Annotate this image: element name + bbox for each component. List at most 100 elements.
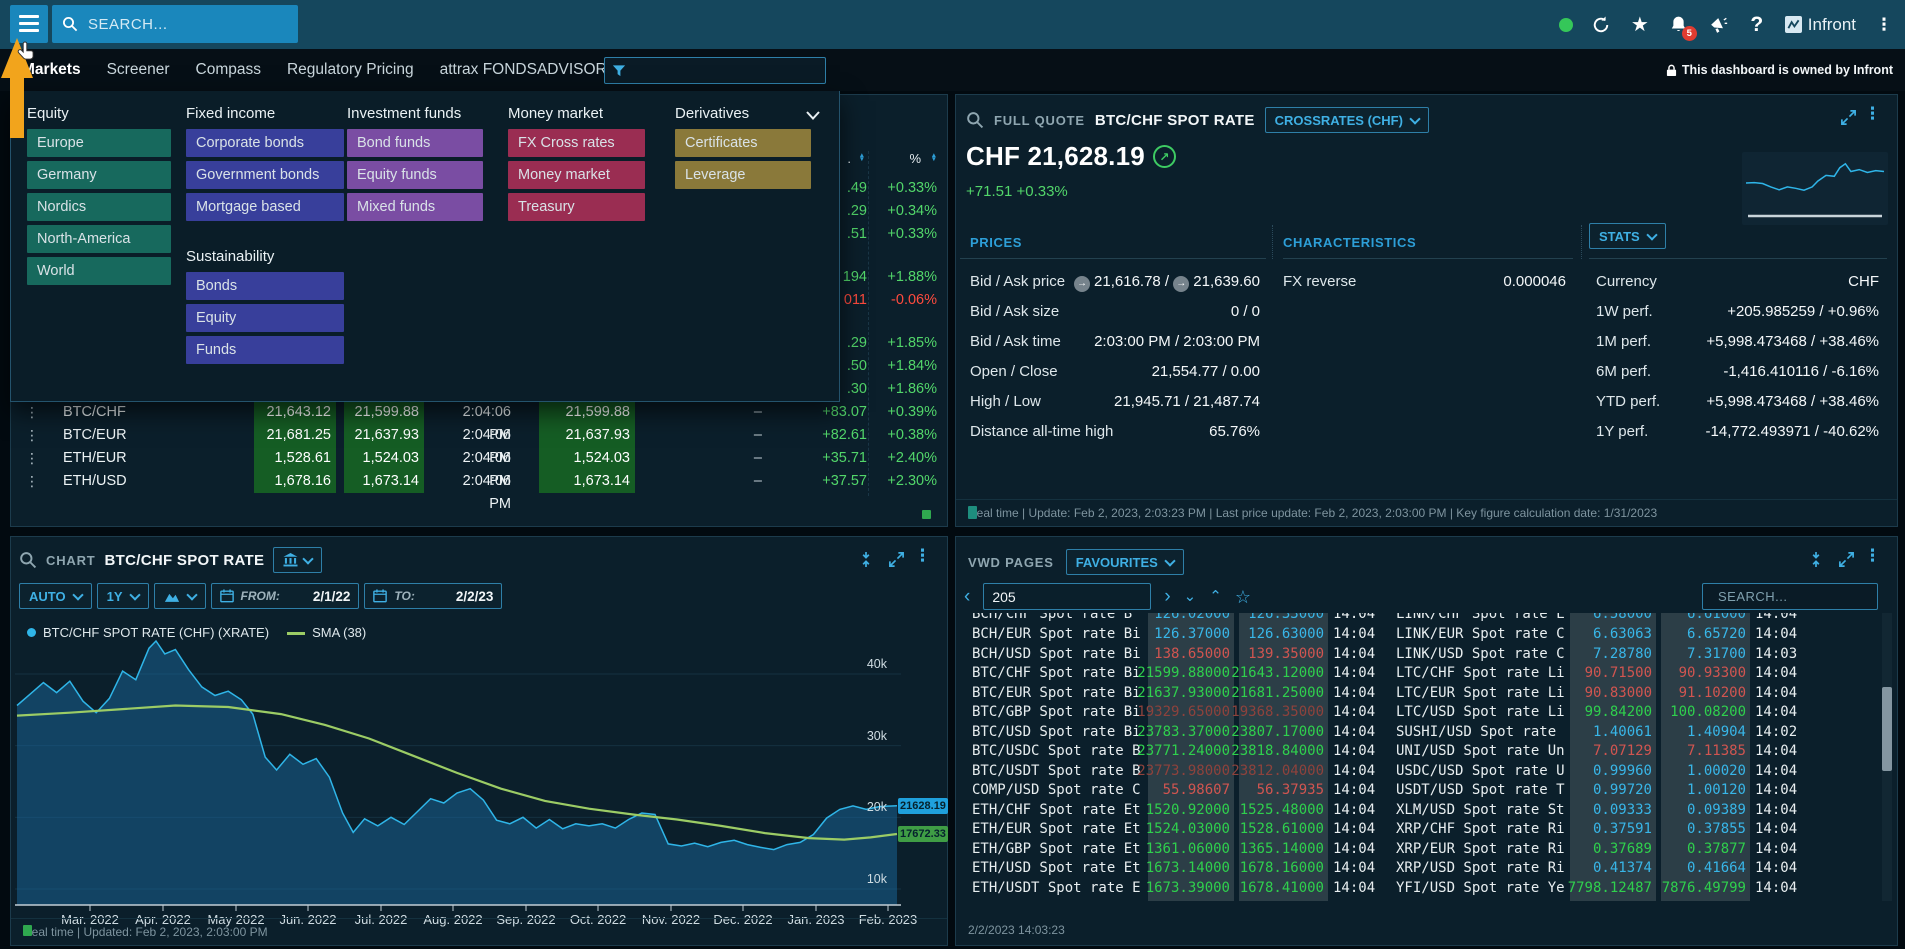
- menu-item-leverage[interactable]: Leverage: [675, 161, 811, 189]
- page-number-input[interactable]: [983, 583, 1151, 610]
- menu-item-nordics[interactable]: Nordics: [27, 193, 171, 221]
- scrollbar-track[interactable]: [1882, 613, 1892, 901]
- menu-item-mortgage-based[interactable]: Mortgage based: [186, 193, 344, 221]
- page-down-icon[interactable]: ⌄: [1184, 590, 1197, 604]
- notifications-bell-icon[interactable]: 5: [1668, 14, 1690, 36]
- menu-item-europe[interactable]: Europe: [27, 129, 171, 157]
- hamburger-menu-button[interactable]: [10, 5, 48, 43]
- vwd-row-right: XRP/EUR Spot rate Ri0.376890.3787714:04: [956, 840, 1897, 860]
- menu-item-germany[interactable]: Germany: [27, 161, 171, 189]
- row-menu-icon[interactable]: ⋮: [25, 447, 39, 470]
- expand-icon[interactable]: [1840, 109, 1857, 131]
- topbar-icons: ★ 5 ? Infront ⋮: [1559, 0, 1895, 49]
- time-cell: 14:04: [1755, 762, 1797, 782]
- sort-icon[interactable]: ▲▼: [859, 154, 865, 162]
- menu-item-equity-funds[interactable]: Equity funds: [347, 161, 483, 189]
- watchlist-symbol[interactable]: ETH/EUR: [63, 447, 127, 470]
- panel-menu-icon[interactable]: ⋮: [1864, 551, 1881, 561]
- previous-page-icon[interactable]: ‹: [964, 590, 970, 604]
- vwd-page-navigation: ‹ › ⌄ ⌃ ☆: [964, 583, 1251, 610]
- crossrates-selector-button[interactable]: CROSSRATES (CHF): [1265, 107, 1429, 133]
- menu-item-money-market[interactable]: Money market: [508, 161, 645, 189]
- page-up-icon[interactable]: ⌃: [1209, 590, 1222, 604]
- lock-icon: [1666, 64, 1677, 77]
- bid-cell: 6.63063: [1593, 625, 1652, 645]
- next-page-icon[interactable]: ›: [1164, 590, 1170, 604]
- expand-icon[interactable]: [1838, 551, 1855, 573]
- watchlist-symbol[interactable]: BTC/EUR: [63, 424, 127, 447]
- announcements-megaphone-icon[interactable]: [1707, 14, 1729, 36]
- menu-item-government-bonds[interactable]: Government bonds: [186, 161, 344, 189]
- panel-menu-icon[interactable]: ⋮: [1864, 109, 1881, 119]
- menu-item-bond-funds[interactable]: Bond funds: [347, 129, 483, 157]
- menu-tab-compass[interactable]: Compass: [196, 61, 261, 79]
- menu-tab-attrax-fondsadvisor[interactable]: attrax FONDSADVISOR: [440, 61, 607, 79]
- favourite-star-icon[interactable]: ☆: [1235, 590, 1251, 604]
- menu-item-certificates[interactable]: Certificates: [675, 129, 811, 157]
- favourites-selector-button[interactable]: FAVOURITES: [1066, 549, 1184, 575]
- bid-cell: 0.41374: [1593, 859, 1652, 879]
- menu-item-fx-cross-rates[interactable]: FX Cross rates: [508, 129, 645, 157]
- watchlist-row[interactable]: ⋮ETH/EUR1,528.611,524.032:04:06 PM1,524.…: [11, 447, 947, 470]
- ask-cell: 6.61000: [1687, 613, 1746, 625]
- column-header-percent[interactable]: %: [909, 151, 921, 166]
- top-bar: ★ 5 ? Infront ⋮: [0, 0, 1905, 49]
- menu-item-north-america[interactable]: North-America: [27, 225, 171, 253]
- vwd-search-input[interactable]: [1716, 588, 1896, 605]
- refresh-icon[interactable]: [1590, 14, 1612, 36]
- search-icon: [62, 16, 78, 32]
- notification-badge: 5: [1682, 26, 1697, 41]
- menu-item-mixed-funds[interactable]: Mixed funds: [347, 193, 483, 221]
- watchlist-symbol[interactable]: ETH/USD: [63, 470, 127, 493]
- watchlist-percent: +0.34%: [875, 200, 937, 223]
- menu-filter-box: [604, 57, 826, 84]
- field-value: -1,416.410116 / -6.16%: [1723, 357, 1879, 387]
- menu-tab-screener[interactable]: Screener: [107, 61, 170, 79]
- stats-selector-button[interactable]: STATS: [1589, 223, 1666, 249]
- watchlist-percent: -0.06%: [875, 289, 937, 312]
- watchlist-percent: +0.33%: [875, 223, 937, 246]
- topbar-overflow-menu-icon[interactable]: ⋮: [1873, 14, 1895, 36]
- menu-item-treasury[interactable]: Treasury: [508, 193, 645, 221]
- bid-value-cell: 1,524.03: [344, 447, 424, 470]
- instrument-cell: USDC/USD Spot rate U: [1396, 762, 1565, 782]
- watchlist-symbol[interactable]: BTC/CHF: [63, 401, 126, 424]
- watchlist-row[interactable]: ⋮BTC/EUR21,681.2521,637.932:04:06 PM21,6…: [11, 424, 947, 447]
- chevron-down-icon: [1646, 229, 1657, 240]
- vwd-row-right: LTC/EUR Spot rate Li90.8300091.1020014:0…: [956, 684, 1897, 704]
- link-channel-icon[interactable]: [1809, 551, 1823, 573]
- help-icon[interactable]: ?: [1746, 14, 1768, 36]
- quote-status-bar: Real time | Update: Feb 2, 2023, 2:03:23…: [956, 499, 1897, 526]
- section-label-prices: PRICES: [970, 235, 1022, 250]
- menu-item-bonds[interactable]: Bonds: [186, 272, 344, 300]
- collapse-chevron-icon[interactable]: [806, 107, 820, 125]
- bid-value-cell: 21,637.93: [344, 424, 424, 447]
- menu-item-funds[interactable]: Funds: [186, 336, 344, 364]
- section-rule: [1283, 258, 1573, 259]
- favorites-star-icon[interactable]: ★: [1629, 14, 1651, 36]
- menu-item-world[interactable]: World: [27, 257, 171, 285]
- column-header-change[interactable]: .: [847, 151, 851, 166]
- menu-item-corporate-bonds[interactable]: Corporate bonds: [186, 129, 344, 157]
- ask-cell: 100.08200: [1670, 703, 1746, 723]
- watchlist-row[interactable]: ⋮ETH/USD1,678.161,673.142:04:06 PM1,673.…: [11, 470, 947, 493]
- vwd-row-right: LTC/CHF Spot rate Li90.7150090.9330014:0…: [956, 664, 1897, 684]
- time-cell: 14:04: [1755, 742, 1797, 762]
- menu-filter-input[interactable]: [632, 62, 818, 79]
- row-menu-icon[interactable]: ⋮: [25, 401, 39, 424]
- sort-icon[interactable]: ▲▼: [931, 154, 937, 162]
- bid-cell: 7798.12487: [1568, 879, 1652, 899]
- time-cell: 14:04: [1755, 625, 1797, 645]
- row-menu-icon[interactable]: ⋮: [25, 470, 39, 493]
- page-timestamp: 2/2/2023 14:03:23: [968, 923, 1065, 937]
- last-value-cell: 21,643.12: [254, 401, 336, 424]
- scrollbar-thumb[interactable]: [1882, 687, 1892, 771]
- watchlist-row[interactable]: ⋮BTC/CHF21,643.1221,599.882:04:06 PM21,5…: [11, 401, 947, 424]
- menu-item-equity[interactable]: Equity: [186, 304, 344, 332]
- menu-tab-markets[interactable]: Markets: [22, 61, 81, 79]
- row-menu-icon[interactable]: ⋮: [25, 424, 39, 447]
- instrument-cell: USDT/USD Spot rate T: [1396, 781, 1565, 801]
- field-value: +5,998.473468 / +38.46%: [1706, 327, 1879, 357]
- menu-tab-regulatory-pricing[interactable]: Regulatory Pricing: [287, 61, 414, 79]
- search-input[interactable]: [86, 15, 260, 34]
